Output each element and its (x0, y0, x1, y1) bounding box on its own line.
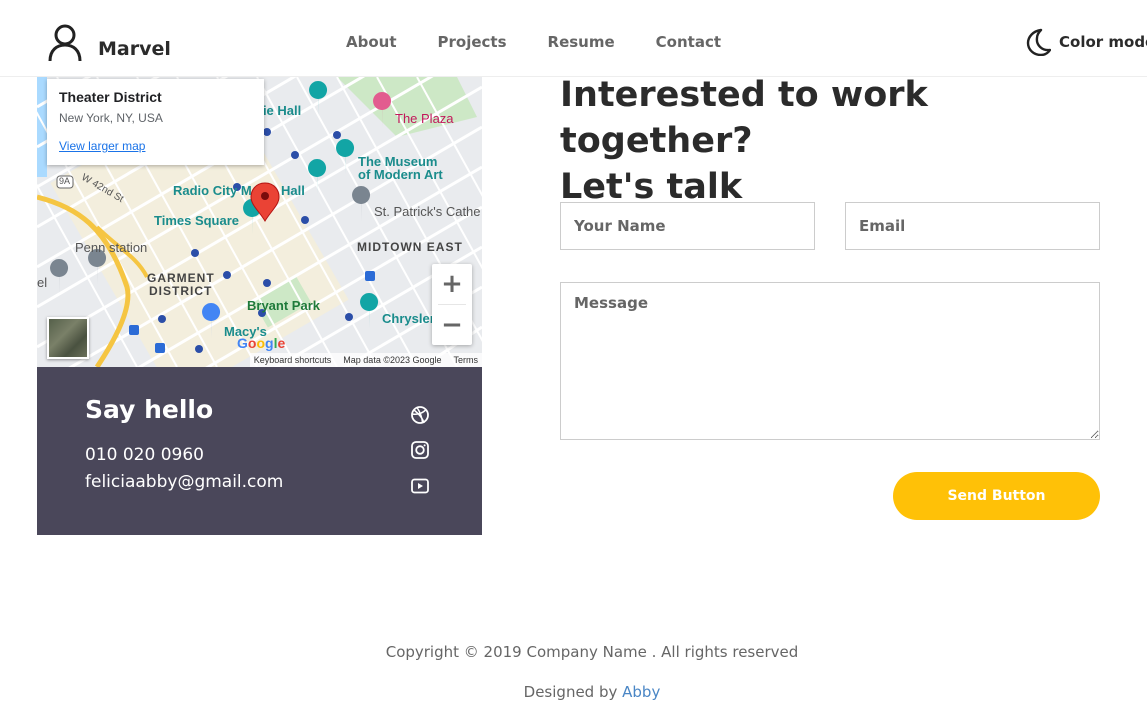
map-info-card: Theater District New York, NY, USA View … (47, 79, 264, 165)
map-label-chrysler: Chrysler (382, 311, 435, 326)
map-terms-link[interactable]: Terms (454, 355, 479, 365)
map-label-radio-city: Radio City M (173, 183, 252, 198)
map-label-radio-city-end: Hall (281, 183, 305, 198)
keyboard-shortcuts-link[interactable]: Keyboard shortcuts (254, 355, 332, 365)
nav-about[interactable]: About (346, 33, 397, 51)
phone-number: 010 020 0960 (85, 445, 204, 465)
user-icon (48, 24, 82, 62)
map-attribution: Keyboard shortcuts Map data ©2023 Google… (249, 353, 482, 367)
map-label-times-square: Times Square (154, 213, 240, 228)
map-info-title: Theater District (59, 89, 162, 105)
copyright-text: Copyright © 2019 Company Name . All righ… (385, 643, 799, 661)
message-textarea[interactable] (560, 282, 1100, 440)
map-label-garment-1: GARMENT (147, 271, 215, 285)
map-label-route: 9A (59, 176, 71, 186)
satellite-toggle[interactable] (47, 317, 89, 359)
form-title-line2: Let's talk (560, 167, 743, 207)
designed-by: Designed by Abby (0, 683, 1147, 701)
form-title-line1: Interested to work together? (560, 75, 928, 161)
zoom-in-button[interactable]: + (432, 264, 472, 304)
color-mode-toggle[interactable]: Color mode (1025, 28, 1147, 56)
map-label-garment-2: DISTRICT (149, 284, 213, 298)
site-header: Marvel About Projects Resume Contact Col… (0, 0, 1147, 77)
view-larger-map-link[interactable]: View larger map (59, 139, 252, 153)
page: Marvel About Projects Resume Contact Col… (0, 0, 1147, 712)
map-zoom-control: + − (432, 264, 472, 345)
dribbble-icon[interactable] (410, 405, 430, 425)
email-address: feliciaabby@gmail.com (85, 472, 284, 492)
map-label-plaza: The Plaza (395, 111, 454, 126)
zoom-out-button[interactable]: − (432, 305, 472, 345)
map-label-museum-2: of Modern Art (358, 167, 443, 182)
brand[interactable]: Marvel (47, 24, 171, 62)
map-info-subtitle: New York, NY, USA (59, 111, 163, 125)
email-input[interactable] (845, 202, 1100, 250)
google-logo: Google (237, 335, 286, 351)
form-title: Interested to work together? Let's talk (560, 72, 1100, 210)
map-label-st-patricks: St. Patrick's Cathe (374, 204, 481, 219)
designed-by-prefix: Designed by (523, 683, 623, 701)
map-label-midtown-east: MIDTOWN EAST (357, 240, 463, 254)
instagram-icon[interactable] (410, 440, 430, 460)
map-label-bryant-park: Bryant Park (247, 298, 320, 313)
say-hello-heading: Say hello (85, 395, 214, 424)
color-mode-label: Color mode (1059, 33, 1147, 51)
name-input[interactable] (560, 202, 815, 250)
designer-link[interactable]: Abby (622, 683, 660, 701)
nav-resume[interactable]: Resume (548, 33, 615, 51)
embedded-map[interactable]: gie Hall The Plaza The Museum of Modern … (37, 77, 482, 367)
nav-contact[interactable]: Contact (656, 33, 721, 51)
map-label-el: el (37, 275, 48, 290)
map-data-text: Map data ©2023 Google (343, 355, 442, 365)
moon-icon (1026, 28, 1051, 56)
contact-card: Say hello 010 020 0960 feliciaabby@gmail… (37, 367, 482, 535)
nav-projects[interactable]: Projects (438, 33, 507, 51)
brand-name: Marvel (98, 38, 171, 60)
send-button[interactable]: Send Button (893, 472, 1100, 520)
map-label-penn: Penn station (75, 240, 148, 255)
youtube-icon[interactable] (410, 476, 430, 496)
main-nav: About Projects Resume Contact (346, 33, 762, 51)
